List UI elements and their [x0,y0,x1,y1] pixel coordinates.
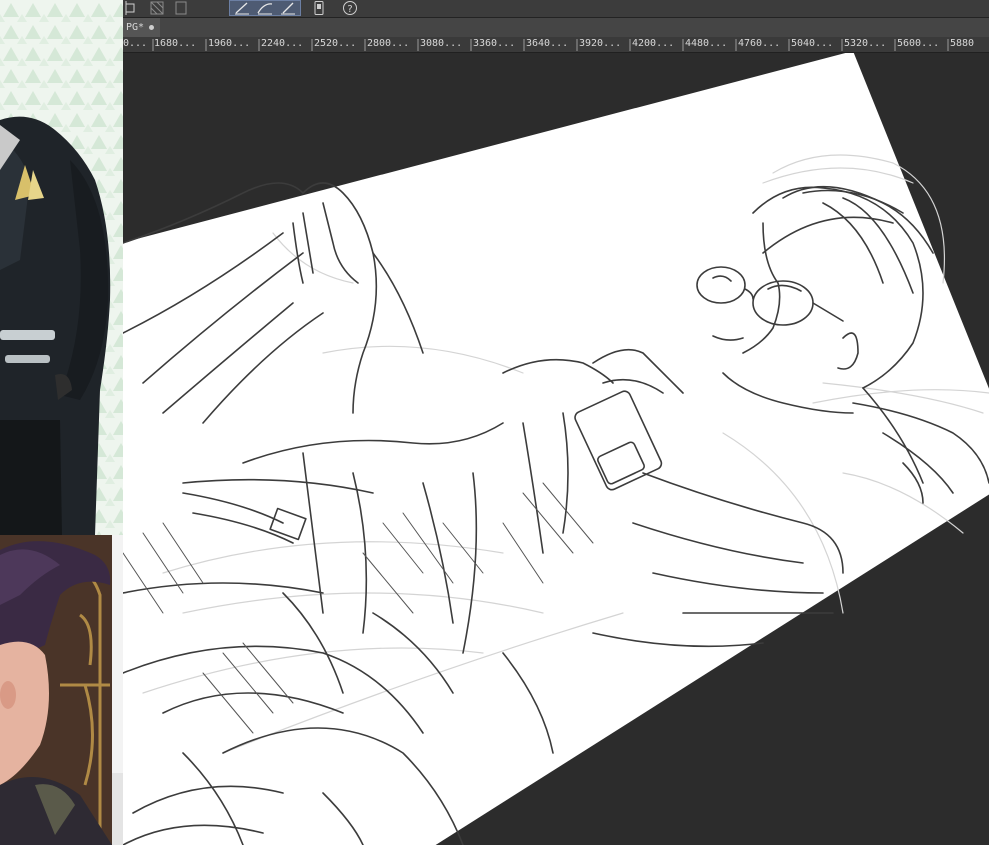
ruler-label: 3360... [473,38,516,49]
ruler-label: 5320... [844,38,887,49]
document-tab-label: PG* [126,22,145,33]
suit-character-illustration [0,0,123,535]
horizontal-ruler: 0... 1680... 1960... 2240... 2520... 280… [123,37,989,53]
drawing-app-window: ? PG* 0... 1680... 1960... 2240... 2520.… [0,0,989,845]
ruler-label: 2520... [314,38,357,49]
svg-text:?: ? [347,4,352,15]
ruler-label: 5600... [897,38,940,49]
ruler-label: 4200... [632,38,675,49]
ruler-label: 2800... [367,38,410,49]
ruler-label: 2240... [261,38,304,49]
help-icon[interactable]: ? [341,0,359,16]
ruler-label: 4760... [738,38,781,49]
ruler-label: 3640... [526,38,569,49]
ruler-label: 5040... [791,38,834,49]
reference-image-top[interactable] [0,0,123,535]
sketch-artwork [123,53,989,845]
ruler-label: 1680... [154,38,197,49]
purple-hair-character-illustration [0,535,112,845]
ruler-label: 3080... [420,38,463,49]
ruler-label: 1960... [208,38,251,49]
transform-icon[interactable] [123,0,137,16]
pen-tool-icon[interactable] [231,0,253,16]
curve-tool-icon[interactable] [254,0,276,16]
paper-sheet [123,53,989,845]
document-tab-bar: PG* [123,18,989,37]
ruler-label: 0... [123,38,148,49]
panel-divider-lower [112,773,123,845]
ruler-label: 4480... [685,38,728,49]
drawing-canvas[interactable] [123,53,989,845]
top-toolbar: ? [123,0,989,18]
reference-image-bottom[interactable] [0,535,112,845]
ruler-label: 5880 [950,38,975,49]
device-icon[interactable] [311,0,327,16]
document-tab[interactable]: PG* [123,18,161,37]
ruler-label: 3920... [579,38,622,49]
frame-icon[interactable] [173,0,189,16]
panel-divider [112,535,123,773]
grid-icon[interactable] [149,0,165,16]
line-tool-icon[interactable] [277,0,299,16]
unsaved-indicator-icon [149,25,155,30]
